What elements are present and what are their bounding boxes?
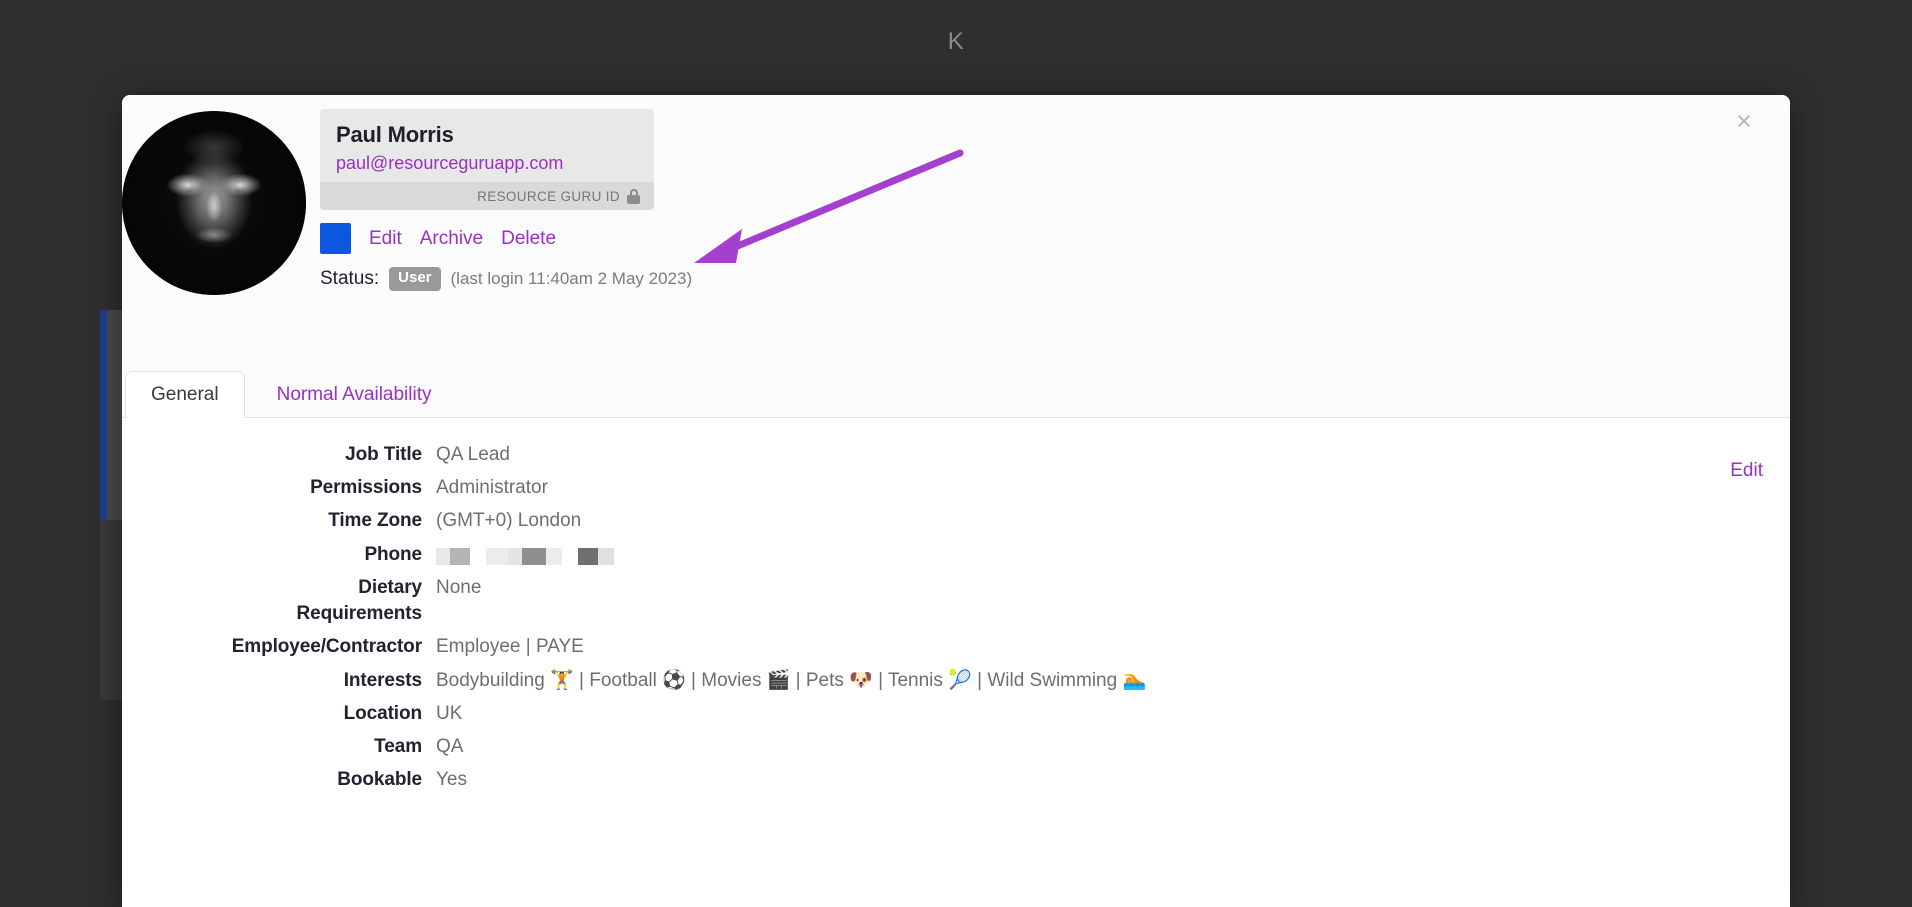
field-row: Time Zone (GMT+0) London [122, 508, 1790, 534]
field-label: Job Title [345, 444, 422, 465]
field-row: Bookable Yes [122, 767, 1790, 793]
field-value: Bodybuilding 🏋️ | Football ⚽ | Movies 🎬 … [436, 669, 1147, 691]
field-row: Team QA [122, 734, 1790, 760]
field-label: Permissions [310, 477, 422, 499]
field-label: Employee/Contractor [231, 636, 422, 658]
field-label: Interests [343, 669, 422, 691]
archive-link[interactable]: Archive [420, 229, 483, 248]
field-value: (GMT+0) London [436, 510, 582, 532]
resource-guru-id-bar: RESOURCE GURU ID [320, 182, 654, 210]
last-login-text: (last login 11:40am 2 May 2023) [450, 268, 693, 288]
field-label: Phone [364, 543, 422, 565]
close-icon[interactable]: × [1724, 101, 1764, 141]
redacted-block [436, 547, 470, 565]
field-row: Job Title QA Lead [122, 442, 1790, 468]
tab-general[interactable]: General [125, 371, 245, 418]
redacted-block [486, 547, 562, 565]
name-card: Paul Morris paul@resourceguruapp.com [320, 109, 654, 185]
modal-header: × Paul Morris paul@resourceguruapp.com R… [122, 95, 1790, 418]
tab-bar: General Normal Availability [122, 371, 458, 418]
field-value: QA [436, 735, 464, 757]
avatar [122, 111, 306, 295]
details-field-list: Job Title QA Lead Permissions Administrator… [122, 442, 1790, 793]
field-row: Interests Bodybuilding 🏋️ | Football ⚽ | … [122, 668, 1790, 694]
action-row: Edit Archive Delete [320, 223, 556, 254]
tab-normal-availability[interactable]: Normal Availability [251, 371, 458, 418]
delete-link[interactable]: Delete [501, 229, 556, 248]
field-value: QA Lead [436, 444, 510, 465]
field-row: Location UK [122, 701, 1790, 727]
field-label: Team [374, 735, 422, 757]
field-row: Permissions Administrator [122, 475, 1790, 501]
field-value: UK [436, 702, 463, 724]
resource-detail-modal: × Paul Morris paul@resourceguruapp.com R… [122, 95, 1790, 907]
backdrop-letter: K [947, 28, 965, 55]
status-row: Status: User (last login 11:40am 2 May 2… [320, 267, 692, 291]
email-link[interactable]: paul@resourceguruapp.com [336, 152, 638, 175]
lock-icon [627, 188, 640, 204]
resource-guru-id-label: RESOURCE GURU ID [477, 188, 620, 204]
page-title: Paul Morris [336, 122, 454, 147]
modal-body: Edit Job Title QA Lead Permissions Administ… [122, 418, 1790, 907]
status-badge: User [389, 267, 441, 291]
color-swatch-button[interactable] [320, 223, 351, 254]
field-value: None [436, 576, 482, 598]
edit-details-link[interactable]: Edit [1730, 460, 1763, 482]
field-label: Time Zone [328, 510, 422, 532]
field-value: Employee | PAYE [436, 636, 584, 658]
edit-link[interactable]: Edit [369, 229, 402, 248]
field-row: Employee/Contractor Employee | PAYE [122, 634, 1790, 660]
field-label: Dietary Requirements [296, 576, 422, 625]
field-value: Yes [436, 769, 467, 791]
avatar-photo [122, 111, 306, 295]
field-row: Phone [122, 542, 1790, 568]
redacted-block [578, 547, 614, 565]
field-row: Dietary Requirements None [122, 575, 1790, 627]
field-label: Bookable [337, 769, 422, 791]
status-label: Status: [320, 267, 380, 289]
field-label: Location [343, 702, 422, 724]
phone-value-redacted [422, 542, 614, 565]
field-value: Administrator [436, 477, 548, 499]
